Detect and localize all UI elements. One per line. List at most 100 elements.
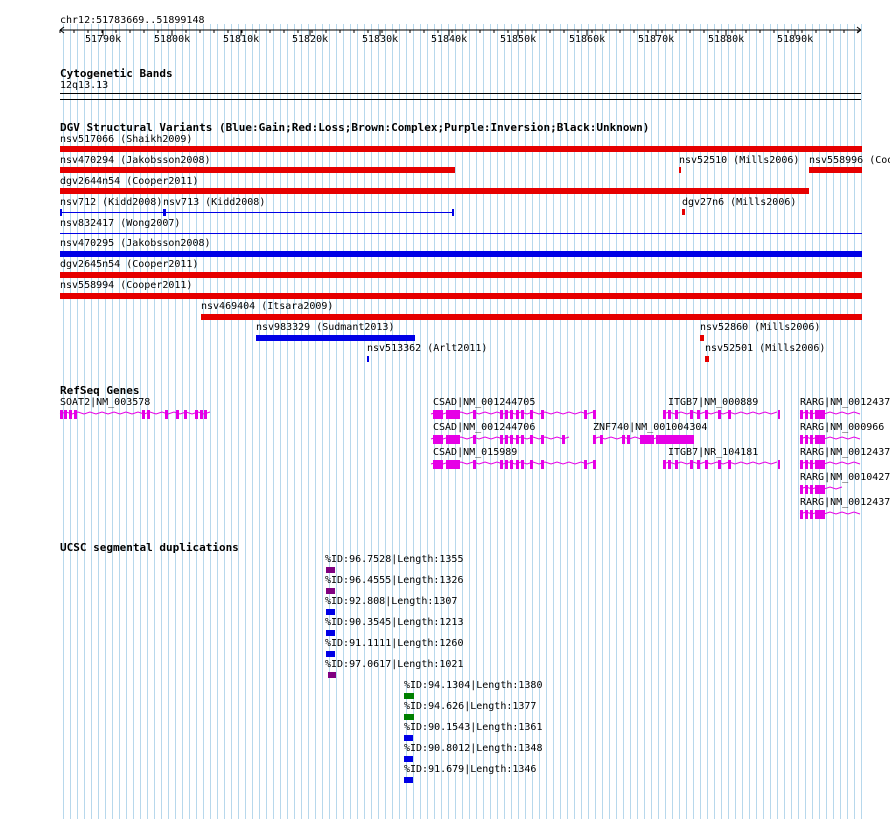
gene-exon	[516, 460, 519, 469]
gene-model[interactable]	[662, 410, 780, 419]
gene-exon	[810, 410, 813, 419]
gene-exon	[505, 460, 508, 469]
gene-model[interactable]	[799, 410, 861, 419]
gene-exon	[433, 410, 443, 419]
gene-exon	[505, 410, 508, 419]
segdup-label[interactable]: %ID:90.1543|Length:1361	[404, 722, 542, 734]
gene-exon	[705, 410, 708, 419]
segdup-bar[interactable]	[326, 651, 335, 657]
gene-exon	[204, 410, 207, 419]
gene-exon	[446, 460, 460, 469]
gene-exon	[521, 435, 524, 444]
segdup-label[interactable]: %ID:94.1304|Length:1380	[404, 680, 542, 692]
segdup-label[interactable]: %ID:94.626|Length:1377	[404, 701, 536, 713]
gene-exon	[697, 460, 700, 469]
gene-exon	[815, 460, 825, 469]
gene-exon	[705, 460, 708, 469]
gene-exon	[446, 410, 460, 419]
gene-exon	[627, 435, 630, 444]
gene-exon	[60, 410, 63, 419]
segdup-bar[interactable]	[404, 777, 413, 783]
gene-exon	[718, 410, 721, 419]
gene-exon	[500, 460, 503, 469]
gene-exon	[805, 485, 808, 494]
genome-browser-view: chr12:51783669..51899148 51790k 51800k 518…	[0, 0, 890, 819]
gene-exon	[675, 410, 678, 419]
segdup-label[interactable]: %ID:97.0617|Length:1021	[325, 659, 463, 671]
gene-exon	[728, 460, 731, 469]
gene-exon	[521, 460, 524, 469]
gene-exon	[500, 410, 503, 419]
gene-model[interactable]	[430, 460, 596, 469]
gene-exon	[521, 410, 524, 419]
gene-exon	[541, 410, 544, 419]
gene-exon	[815, 410, 825, 419]
gene-exon	[800, 410, 803, 419]
gene-intron-line	[799, 411, 861, 415]
gene-exon	[815, 510, 825, 519]
gene-exon	[530, 410, 533, 419]
gene-exon	[690, 460, 693, 469]
gene-exon	[622, 435, 625, 444]
segdup-bar[interactable]	[404, 756, 413, 762]
gene-exon	[656, 435, 694, 444]
segdup-label[interactable]: %ID:90.8012|Length:1348	[404, 743, 542, 755]
segdup-bar[interactable]	[326, 588, 335, 594]
gene-exon	[505, 435, 508, 444]
gene-exon	[805, 460, 808, 469]
gene-exon	[778, 460, 780, 469]
segdup-label[interactable]: %ID:92.808|Length:1307	[325, 596, 457, 608]
segdup-bar[interactable]	[404, 693, 414, 699]
gene-model[interactable]	[799, 460, 861, 469]
gene-exon	[541, 460, 544, 469]
gene-exon	[593, 435, 596, 444]
gene-exon	[675, 460, 678, 469]
gene-exon	[800, 510, 803, 519]
segdup-label[interactable]: %ID:91.679|Length:1346	[404, 764, 536, 776]
gene-exon	[668, 460, 671, 469]
gene-exon	[195, 410, 198, 419]
gene-exon	[541, 435, 544, 444]
gene-exon	[200, 410, 203, 419]
gene-exon	[562, 435, 565, 444]
gene-exon	[815, 435, 825, 444]
gene-model[interactable]	[799, 485, 843, 494]
gene-exon	[510, 435, 513, 444]
gene-exon	[800, 485, 803, 494]
gene-model[interactable]	[799, 510, 861, 519]
gene-exon	[176, 410, 179, 419]
gene-model[interactable]	[662, 460, 780, 469]
segdup-bar[interactable]	[326, 609, 335, 615]
gene-model[interactable]	[799, 435, 861, 444]
gene-exon	[640, 435, 654, 444]
gene-exon	[668, 410, 671, 419]
gene-model[interactable]	[430, 435, 570, 444]
gene-exon	[810, 435, 813, 444]
gene-exon	[600, 435, 603, 444]
segdup-bar[interactable]	[404, 735, 413, 741]
segdup-label[interactable]: %ID:96.4555|Length:1326	[325, 575, 463, 587]
gene-intron-line	[799, 511, 861, 515]
gene-model[interactable]	[592, 435, 694, 444]
gene-model[interactable]	[59, 410, 211, 419]
gene-exon	[810, 485, 813, 494]
gene-intron-line	[799, 461, 861, 465]
segdup-label[interactable]: %ID:90.3545|Length:1213	[325, 617, 463, 629]
segdup-label[interactable]: %ID:91.1111|Length:1260	[325, 638, 463, 650]
gene-intron-line	[59, 411, 211, 415]
gene-exon	[147, 410, 150, 419]
gene-exon	[64, 410, 67, 419]
segdup-bar[interactable]	[326, 630, 335, 636]
gene-exon	[718, 460, 721, 469]
segdup-bar[interactable]	[404, 714, 414, 720]
segdup-bar[interactable]	[326, 567, 335, 573]
segdup-bar[interactable]	[328, 672, 336, 678]
segdup-track-title: UCSC segmental duplications	[60, 541, 239, 554]
segdup-label[interactable]: %ID:96.7528|Length:1355	[325, 554, 463, 566]
gene-exon	[584, 460, 587, 469]
gene-exon	[473, 410, 476, 419]
gene-intron-line	[799, 436, 861, 440]
gene-model[interactable]	[430, 410, 596, 419]
gene-exon	[800, 435, 803, 444]
gene-exon	[516, 435, 519, 444]
